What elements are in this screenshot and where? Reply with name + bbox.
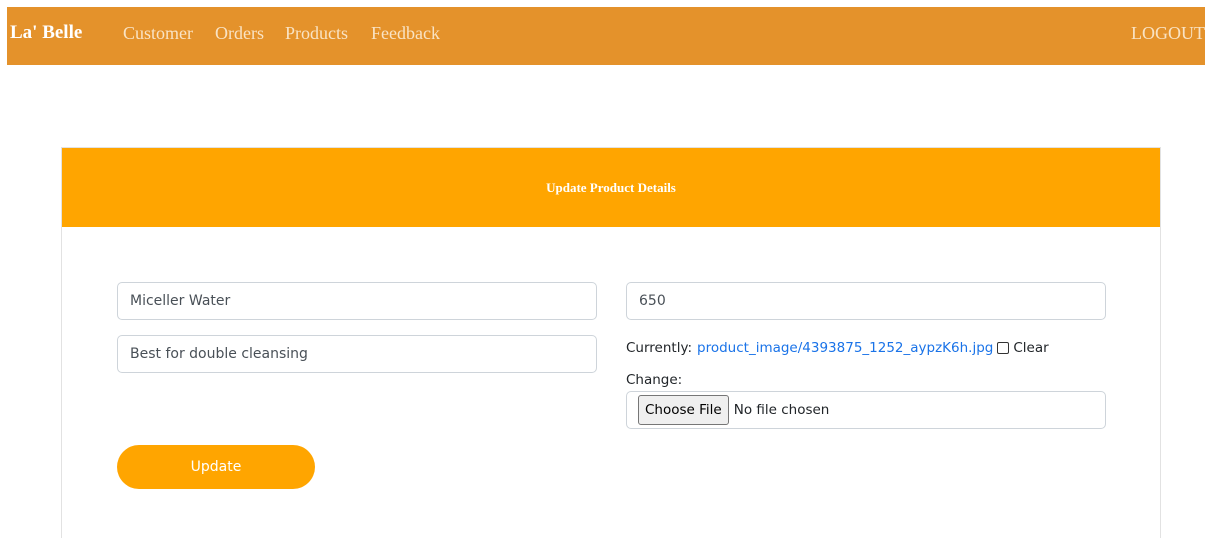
image-file-input[interactable]: Choose File No file chosen [626, 391, 1106, 429]
update-button[interactable]: Update [117, 445, 315, 489]
current-image-row: Currently: product_image/4393875_1252_ay… [626, 340, 1049, 356]
product-name-input[interactable] [117, 282, 597, 320]
card-header: Update Product Details [62, 148, 1160, 227]
file-status-text: No file chosen [733, 402, 830, 418]
nav-link-products[interactable]: Products [285, 23, 348, 44]
nav-link-orders[interactable]: Orders [215, 23, 264, 44]
current-image-link[interactable]: product_image/4393875_1252_aypzK6h.jpg [697, 340, 993, 356]
product-description-input[interactable] [117, 335, 597, 373]
change-label: Change: [626, 372, 683, 388]
logout-link[interactable]: LOGOUT [1131, 23, 1205, 44]
clear-label: Clear [1013, 340, 1049, 356]
update-product-card: Update Product Details Currently: produc… [61, 147, 1161, 538]
clear-checkbox[interactable] [997, 342, 1010, 354]
navbar: La' Belle Customer Orders Products Feedb… [7, 7, 1205, 65]
currently-label: Currently: [626, 340, 693, 356]
page-title: Update Product Details [546, 179, 676, 195]
product-price-input[interactable] [626, 282, 1106, 320]
nav-link-feedback[interactable]: Feedback [371, 23, 440, 44]
choose-file-button[interactable]: Choose File [638, 395, 729, 425]
brand-logo[interactable]: La' Belle [10, 22, 82, 44]
nav-link-customer[interactable]: Customer [123, 23, 193, 44]
